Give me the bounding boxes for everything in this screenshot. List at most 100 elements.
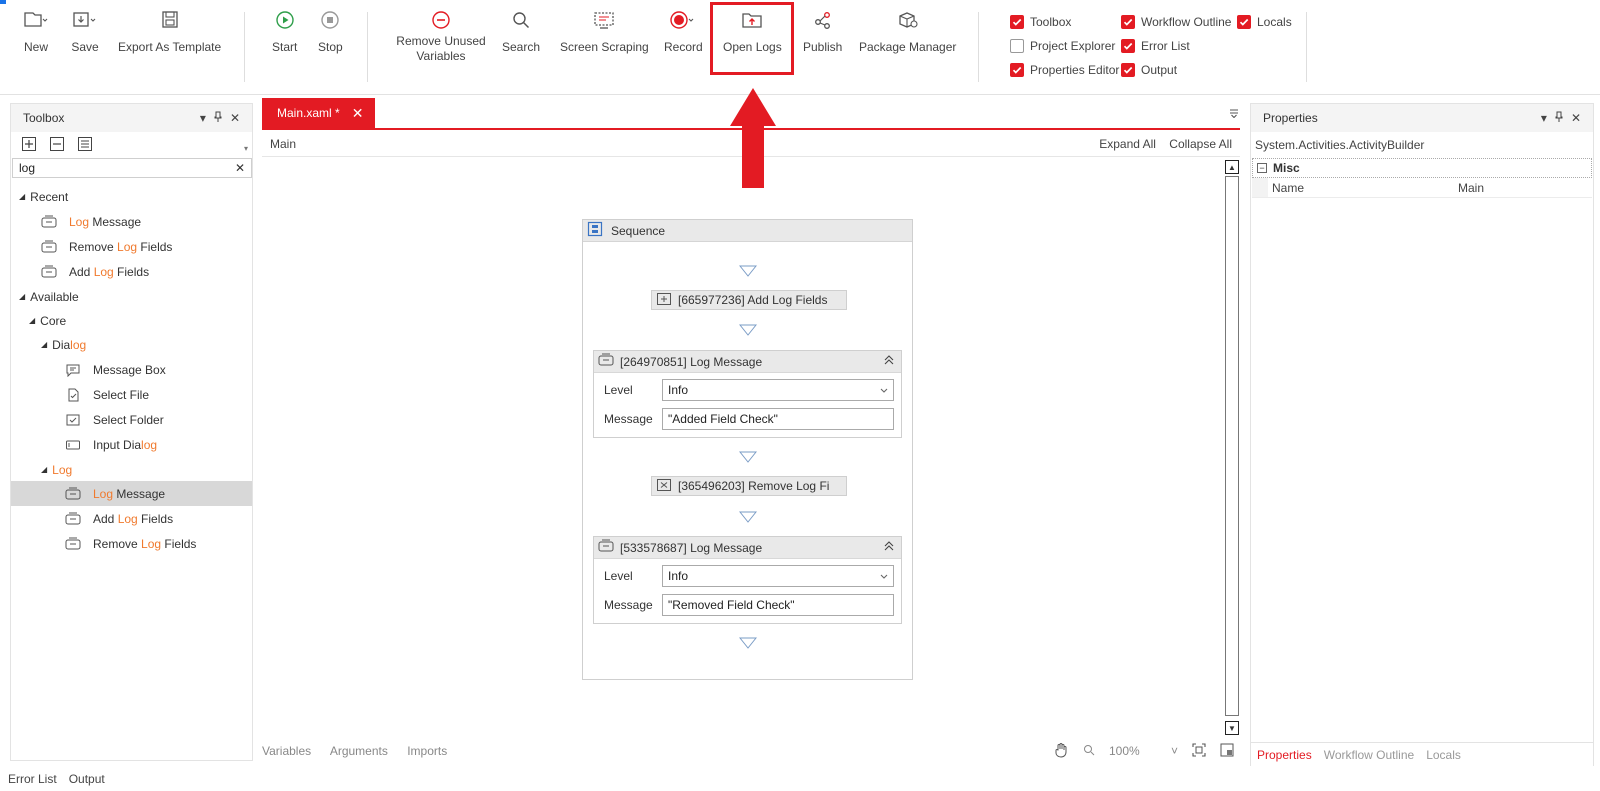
breadcrumb[interactable]: Main bbox=[270, 137, 296, 151]
designer-vertical-scrollbar[interactable]: ▲ ▼ bbox=[1224, 158, 1240, 736]
message-row: Message "Removed Field Check" bbox=[604, 594, 894, 616]
log-activity-icon bbox=[41, 240, 57, 254]
tab-properties[interactable]: Properties bbox=[1251, 747, 1318, 762]
stop-label: Stop bbox=[318, 40, 343, 54]
tree-item-add-log-fields[interactable]: Add Log Fields bbox=[11, 506, 252, 531]
collapse-chevron-icon[interactable] bbox=[883, 540, 895, 555]
tree-item-input-dialog[interactable]: Input Dialog bbox=[11, 432, 252, 457]
drop-target-icon[interactable] bbox=[739, 511, 757, 523]
properties-editor-panel-checkbox[interactable]: Properties Editor bbox=[1010, 63, 1119, 77]
tree-item-select-folder[interactable]: Select Folder bbox=[11, 407, 252, 432]
output-tab[interactable]: Output bbox=[69, 772, 105, 786]
list-view-icon[interactable] bbox=[77, 136, 93, 155]
record-button[interactable]: Record bbox=[664, 8, 703, 55]
new-button[interactable]: New bbox=[22, 8, 50, 55]
output-panel-checkbox[interactable]: Output bbox=[1121, 63, 1177, 77]
activity-header[interactable]: [264970851] Log Message bbox=[594, 351, 901, 373]
level-dropdown[interactable]: Info bbox=[662, 565, 894, 587]
tree-group-log[interactable]: ◢ Log bbox=[11, 457, 252, 482]
activity-log-message-1[interactable]: [264970851] Log Message Level Info Messa… bbox=[593, 350, 902, 438]
properties-bottom-tabs: Properties Workflow Outline Locals bbox=[1251, 742, 1593, 766]
imports-tab[interactable]: Imports bbox=[407, 744, 447, 758]
close-icon[interactable]: ✕ bbox=[230, 111, 240, 125]
tree-item-remove-log-fields[interactable]: Remove Log Fields bbox=[11, 531, 252, 556]
tree-item-log-message[interactable]: Log Message bbox=[11, 481, 252, 506]
overflow-icon[interactable]: ▾ bbox=[244, 144, 248, 153]
pin-icon[interactable] bbox=[214, 111, 222, 125]
tree-item-label: Log Message bbox=[93, 486, 166, 501]
drop-target-icon[interactable] bbox=[739, 324, 757, 336]
remove-unused-variables-button[interactable]: Remove Unused Variables bbox=[396, 8, 486, 64]
message-input[interactable]: "Removed Field Check" bbox=[662, 594, 894, 616]
tree-item-select-file[interactable]: Select File bbox=[11, 382, 252, 407]
tree-item-message-box[interactable]: Message Box bbox=[11, 357, 252, 382]
tree-group-available[interactable]: ◢ Available bbox=[11, 284, 252, 309]
zoom-dropdown-icon[interactable]: ˅ bbox=[1171, 744, 1178, 758]
package-manager-button[interactable]: Package Manager bbox=[859, 8, 956, 55]
start-button[interactable]: Start bbox=[272, 8, 297, 55]
drop-target-icon[interactable] bbox=[739, 637, 757, 649]
message-input[interactable]: "Added Field Check" bbox=[662, 408, 894, 430]
tree-group-core[interactable]: ◢ Core bbox=[11, 308, 252, 333]
error-list-tab[interactable]: Error List bbox=[8, 772, 57, 786]
close-icon[interactable]: ✕ bbox=[1571, 111, 1581, 125]
expand-all-icon[interactable] bbox=[21, 136, 37, 155]
property-name-value[interactable]: Main bbox=[1458, 181, 1484, 195]
dropdown-arrow-icon[interactable]: ▾ bbox=[1541, 111, 1547, 125]
collapse-all-icon[interactable] bbox=[49, 136, 65, 155]
drop-target-icon[interactable] bbox=[739, 451, 757, 463]
stop-button[interactable]: Stop bbox=[318, 8, 343, 55]
activity-header[interactable]: [533578687] Log Message bbox=[594, 537, 901, 559]
zoom-icon[interactable] bbox=[1083, 744, 1095, 759]
publish-button[interactable]: Publish bbox=[803, 8, 842, 55]
designer-bottom-bar: Variables Arguments Imports 100% ˅ bbox=[262, 740, 1240, 762]
save-button[interactable]: Save bbox=[71, 8, 99, 55]
project-explorer-panel-checkbox[interactable]: Project Explorer bbox=[1010, 39, 1115, 53]
activity-remove-log-fields[interactable]: [365496203] Remove Log Fi bbox=[651, 476, 847, 496]
tab-workflow-outline[interactable]: Workflow Outline bbox=[1318, 748, 1420, 762]
toolbox-search-field[interactable]: ✕ bbox=[12, 158, 252, 178]
tree-group-label: Available bbox=[30, 289, 79, 304]
tree-item-recent-remove-log-fields[interactable]: Remove Log Fields bbox=[11, 234, 252, 259]
scroll-down-icon[interactable]: ▼ bbox=[1225, 721, 1239, 735]
fit-to-screen-icon[interactable] bbox=[1192, 742, 1206, 760]
workflow-outline-panel-checkbox[interactable]: Workflow Outline bbox=[1121, 15, 1231, 29]
activity-log-message-2[interactable]: [533578687] Log Message Level Info Messa… bbox=[593, 536, 902, 624]
tree-item-recent-add-log-fields[interactable]: Add Log Fields bbox=[11, 259, 252, 284]
property-category-misc[interactable]: − Misc bbox=[1252, 158, 1592, 178]
level-dropdown[interactable]: Info bbox=[662, 379, 894, 401]
collapse-chevron-icon[interactable] bbox=[883, 354, 895, 369]
tab-list-menu-icon[interactable] bbox=[1229, 108, 1239, 121]
tree-group-recent[interactable]: ◢ Recent bbox=[11, 184, 252, 209]
tab-locals[interactable]: Locals bbox=[1420, 748, 1467, 762]
sequence-header[interactable]: Sequence bbox=[583, 220, 912, 242]
screen-scraping-button[interactable]: Screen Scraping bbox=[560, 8, 649, 55]
locals-panel-checkbox[interactable]: Locals bbox=[1237, 15, 1292, 29]
tree-item-recent-log-message[interactable]: Log Message bbox=[11, 209, 252, 234]
hand-pan-icon[interactable] bbox=[1053, 742, 1069, 761]
tree-group-dialog[interactable]: ◢ Dialog bbox=[11, 332, 252, 357]
drop-target-icon[interactable] bbox=[739, 265, 757, 277]
close-tab-icon[interactable]: ✕ bbox=[352, 105, 364, 122]
pin-icon[interactable] bbox=[1555, 111, 1563, 125]
sequence-container[interactable]: Sequence [665977236] Add Log Fields [264… bbox=[582, 219, 913, 680]
scroll-up-icon[interactable]: ▲ bbox=[1225, 160, 1239, 174]
clear-search-icon[interactable]: ✕ bbox=[235, 161, 245, 175]
toolbox-panel-label: Toolbox bbox=[1030, 15, 1072, 29]
property-row-name[interactable]: Name Main bbox=[1252, 178, 1592, 198]
collapse-category-icon[interactable]: − bbox=[1257, 163, 1267, 173]
scrollbar-track[interactable] bbox=[1225, 176, 1239, 716]
activity-add-log-fields[interactable]: [665977236] Add Log Fields bbox=[651, 290, 847, 310]
search-button[interactable]: Search bbox=[502, 8, 540, 55]
expand-all-link[interactable]: Expand All bbox=[1099, 137, 1156, 151]
toolbox-panel-checkbox[interactable]: Toolbox bbox=[1010, 15, 1071, 29]
collapse-all-link[interactable]: Collapse All bbox=[1169, 137, 1232, 151]
arguments-tab[interactable]: Arguments bbox=[330, 744, 388, 758]
error-list-panel-checkbox[interactable]: Error List bbox=[1121, 39, 1190, 53]
dropdown-arrow-icon[interactable]: ▾ bbox=[200, 111, 206, 125]
tab-main-xaml[interactable]: Main.xaml * ✕ bbox=[262, 98, 375, 128]
variables-tab[interactable]: Variables bbox=[262, 744, 311, 758]
export-template-button[interactable]: Export As Template bbox=[118, 8, 221, 55]
toolbox-search-input[interactable] bbox=[19, 161, 219, 175]
overview-map-icon[interactable] bbox=[1220, 743, 1234, 760]
